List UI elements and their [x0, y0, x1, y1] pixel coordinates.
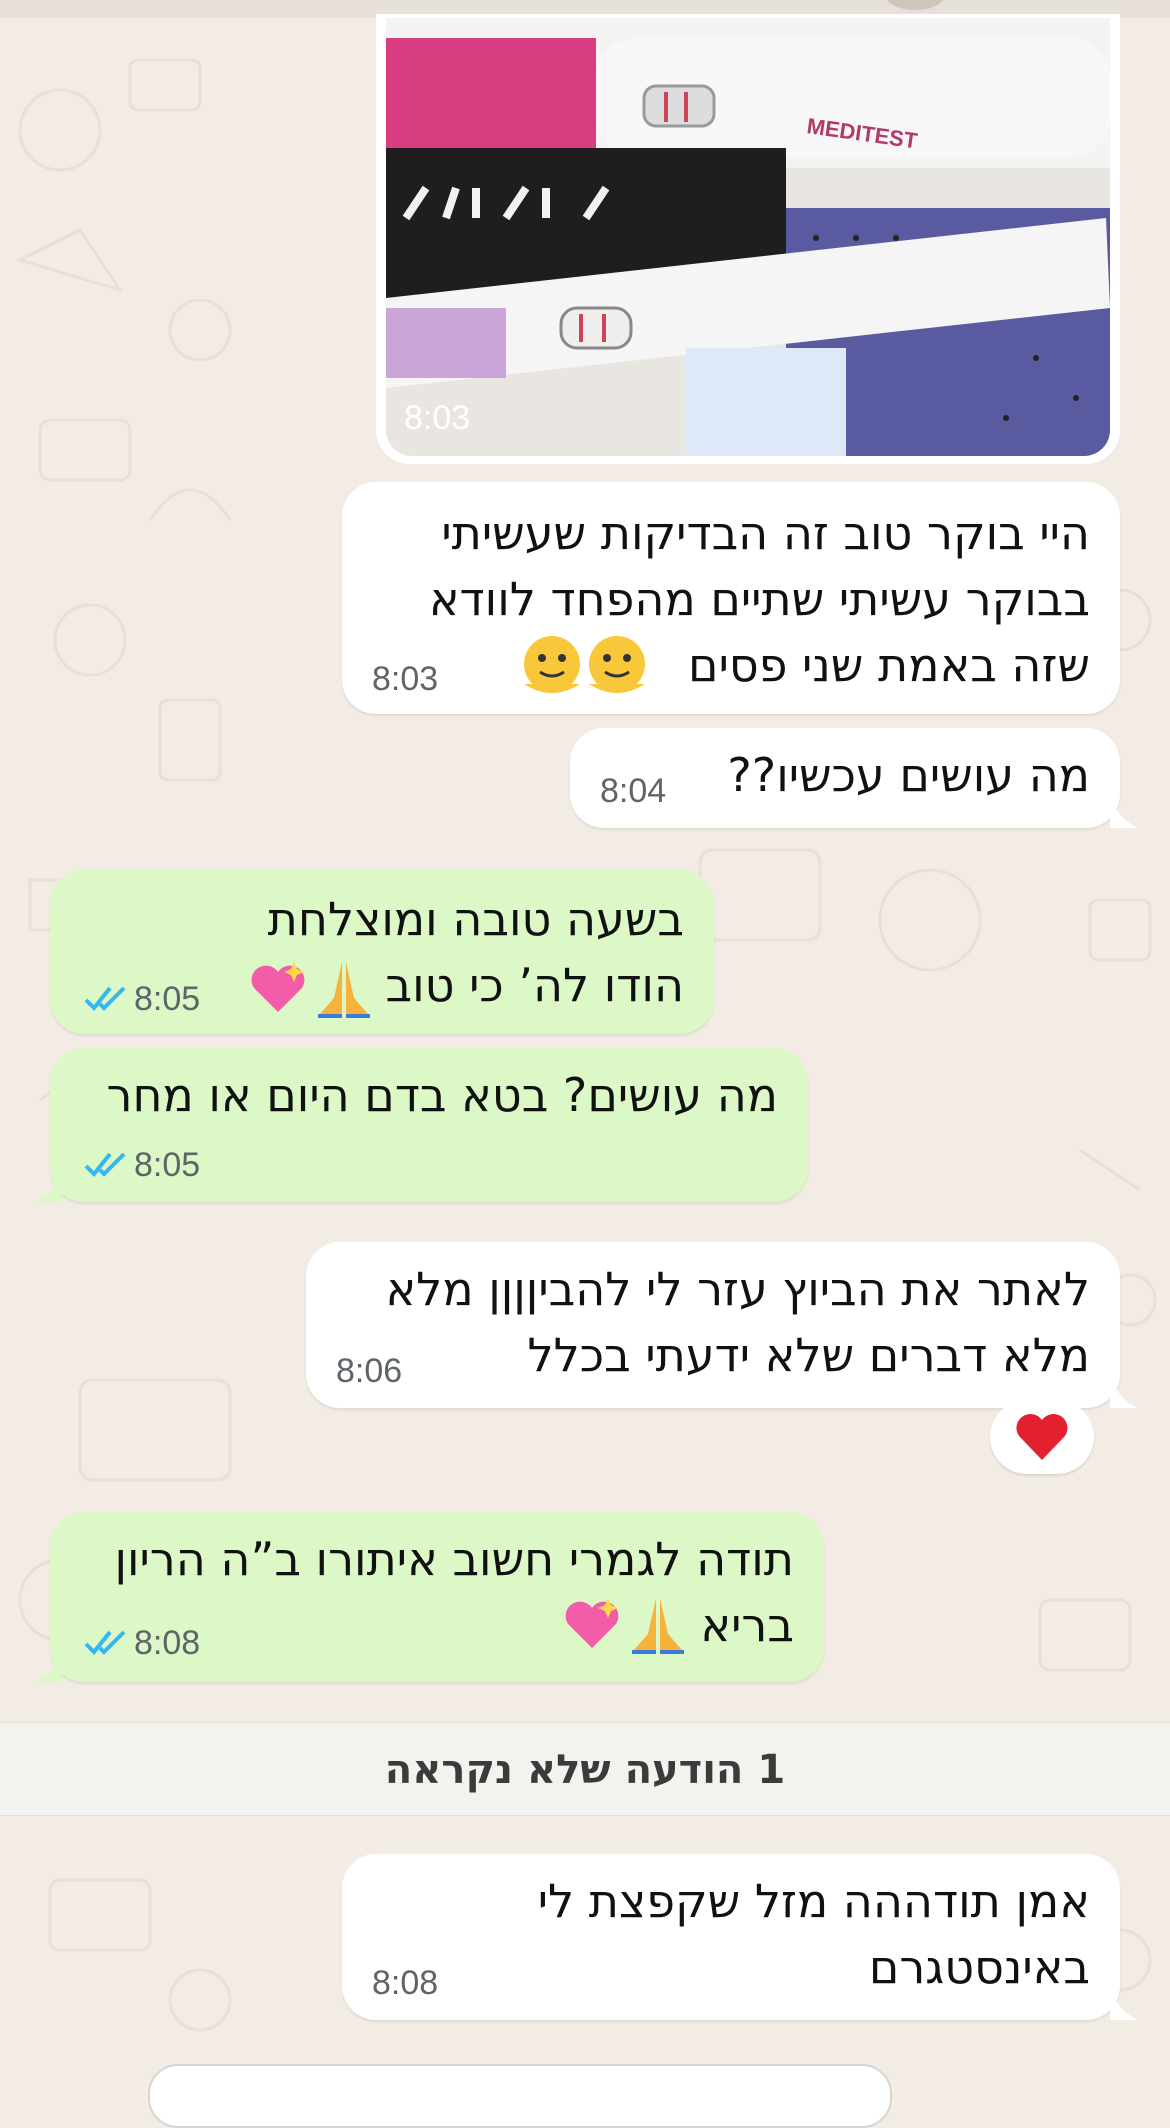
message-timestamp: 8:03 [372, 660, 439, 698]
message-bubble-incoming[interactable]: היי בוקר טוב זה הבדיקות שעשיתי בבוקר עשי… [342, 482, 1120, 714]
sparkling-heart-icon [565, 1598, 619, 1648]
message-line: שזה באמת שני פסים [688, 638, 1090, 692]
bubble-tail [34, 1652, 62, 1682]
praying-hands-icon [318, 962, 370, 1018]
sparkling-heart-icon [251, 962, 305, 1012]
read-ticks-icon [84, 1630, 126, 1655]
message-line: בבוקר עשיתי שתיים מהפחד לוודא [428, 572, 1090, 626]
message-line: בשעה טובה ומוצלחת [267, 892, 684, 946]
photo-timestamp: 8:03 [404, 399, 471, 437]
praying-hands-icon [632, 1598, 684, 1654]
melting-face-icon [524, 636, 645, 693]
unread-messages-divider: 1 הודעה שלא נקראה [0, 1722, 1170, 1816]
message-line: אמן תודההה מזל שקפצת לי [537, 1874, 1090, 1928]
message-line: היי בוקר טוב זה הבדיקות שעשיתי [441, 506, 1090, 560]
message-bubble-outgoing[interactable]: תודה לגמרי חשוב איתורו ב”ה הריון בריא 8:… [50, 1512, 824, 1682]
message-timestamp: 8:05 [134, 1146, 201, 1184]
message-bubble-incoming[interactable]: מה עושים עכשיו?? 8:04 [570, 728, 1120, 828]
pregnancy-tests-photo[interactable]: MEDITEST 8:03 [386, 18, 1110, 456]
reaction-badge[interactable] [990, 1400, 1094, 1474]
message-input-field[interactable] [148, 2064, 892, 2128]
message-line: מה עושים? בטא בדם היום או מחר [106, 1068, 778, 1122]
bubble-tail [1110, 798, 1138, 828]
message-timestamp: 8:08 [134, 1624, 201, 1662]
message-timestamp: 8:05 [134, 980, 201, 1018]
message-bubble-incoming[interactable]: אמן תודההה מזל שקפצת לי באינסטגרם 8:08 [342, 1854, 1120, 2020]
message-bubble-outgoing[interactable]: מה עושים? בטא בדם היום או מחר 8:05 [50, 1048, 808, 1202]
read-ticks-icon [84, 986, 126, 1011]
message-line: מלא דברים שלא ידעתי בכלל [527, 1328, 1090, 1382]
message-timestamp: 8:04 [600, 772, 667, 810]
message-line: מה עושים עכשיו?? [727, 748, 1090, 802]
message-bubble-outgoing[interactable]: בשעה טובה ומוצלחת הודו לה’ כי טוב 8:05 [50, 870, 714, 1034]
message-timestamp: 8:06 [336, 1352, 403, 1390]
unread-divider-label: 1 הודעה שלא נקראה [384, 1747, 786, 1793]
bubble-tail [1110, 1378, 1138, 1408]
bubble-tail [1110, 1990, 1138, 2020]
message-line: הודו לה’ כי טוב [385, 958, 684, 1012]
message-line: לאתר את הביוץ עזר לי להביןןןן מלא [385, 1262, 1090, 1316]
message-line: באינסטגרם [868, 1940, 1090, 1994]
message-timestamp: 8:08 [372, 1964, 439, 2002]
bubble-tail [34, 1172, 62, 1202]
heart-icon [1016, 1413, 1068, 1460]
message-bubble-incoming[interactable]: לאתר את הביוץ עזר לי להביןןןן מלא מלא דב… [306, 1242, 1120, 1408]
message-line: בריא [700, 1598, 794, 1652]
read-ticks-icon [84, 1152, 126, 1177]
message-line: תודה לגמרי חשוב איתורו ב”ה הריון [114, 1532, 794, 1586]
